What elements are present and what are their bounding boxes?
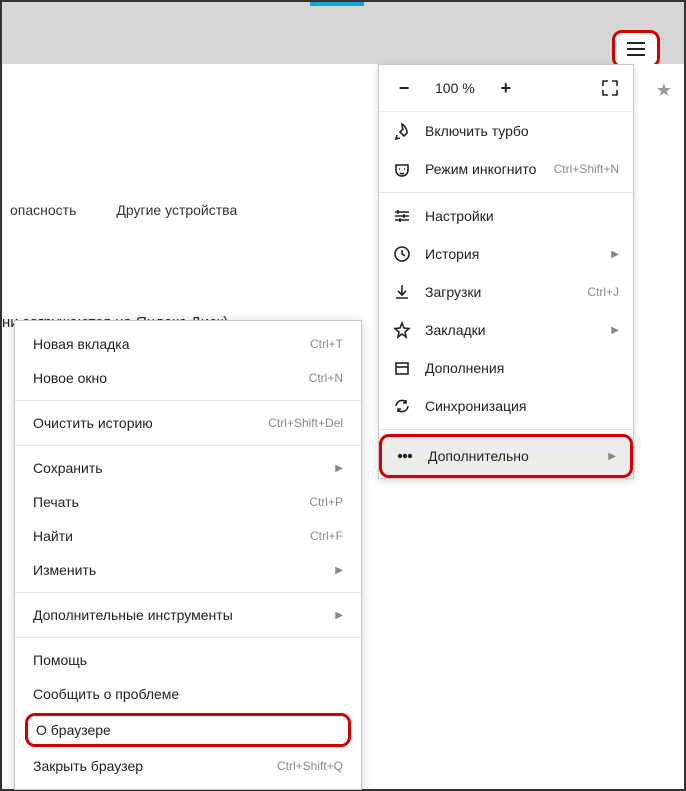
submenu-label: Дополнительные инструменты — [33, 607, 233, 623]
menu-history[interactable]: История ▶ — [379, 235, 633, 273]
shortcut: Ctrl+J — [587, 285, 619, 299]
main-menu-dropdown: − 100 % + Включить турбо Режим инкогнито… — [378, 64, 634, 479]
menu-label: Синхронизация — [425, 398, 619, 414]
tab-active-indicator — [310, 2, 364, 6]
menu-label: Дополнения — [425, 360, 619, 376]
download-icon — [393, 283, 411, 301]
sync-icon — [393, 397, 411, 415]
submenu-save[interactable]: Сохранить ▶ — [15, 451, 361, 485]
separator — [379, 192, 633, 193]
menu-label: История — [425, 246, 597, 262]
menu-label: Включить турбо — [425, 123, 619, 139]
separator — [15, 400, 361, 401]
shortcut: Ctrl+T — [310, 337, 343, 351]
menu-label: Настройки — [425, 208, 619, 224]
submenu-about[interactable]: О браузере — [25, 713, 351, 747]
menu-more[interactable]: Дополнительно ▶ — [379, 434, 633, 478]
zoom-value: 100 % — [435, 80, 475, 96]
chevron-right-icon: ▶ — [335, 565, 343, 576]
menu-incognito[interactable]: Режим инкогнито Ctrl+Shift+N — [379, 150, 633, 188]
tab-security-partial[interactable]: опасность — [2, 198, 84, 222]
more-submenu: Новая вкладка Ctrl+T Новое окно Ctrl+N О… — [14, 320, 362, 790]
submenu-label: Сохранить — [33, 460, 103, 476]
shortcut: Ctrl+Shift+Q — [277, 759, 343, 773]
mask-icon — [393, 160, 411, 178]
submenu-new-tab[interactable]: Новая вкладка Ctrl+T — [15, 327, 361, 361]
submenu-label: Очистить историю — [33, 415, 153, 431]
menu-bookmarks[interactable]: Закладки ▶ — [379, 311, 633, 349]
submenu-label: Найти — [33, 528, 73, 544]
shortcut: Ctrl+Shift+Del — [268, 416, 343, 430]
submenu-label: О браузере — [36, 722, 111, 738]
submenu-label: Помощь — [33, 652, 87, 668]
settings-tabs: опасность Другие устройства — [2, 198, 245, 222]
clock-icon — [393, 245, 411, 263]
dots-icon — [396, 447, 414, 465]
menu-addons[interactable]: Дополнения — [379, 349, 633, 387]
submenu-report[interactable]: Сообщить о проблеме — [15, 677, 361, 711]
submenu-label: Печать — [33, 494, 79, 510]
submenu-devtools[interactable]: Дополнительные инструменты ▶ — [15, 598, 361, 632]
separator — [15, 637, 361, 638]
submenu-label: Новая вкладка — [33, 336, 130, 352]
submenu-print[interactable]: Печать Ctrl+P — [15, 485, 361, 519]
submenu-label: Сообщить о проблеме — [33, 686, 179, 702]
menu-turbo[interactable]: Включить турбо — [379, 112, 633, 150]
zoom-out-button[interactable]: − — [393, 77, 415, 99]
submenu-label: Изменить — [33, 562, 96, 578]
window-titlebar — [2, 2, 684, 64]
menu-sync[interactable]: Синхронизация — [379, 387, 633, 425]
chevron-right-icon: ▶ — [335, 610, 343, 621]
hamburger-icon — [627, 42, 645, 56]
separator — [379, 429, 633, 430]
chevron-right-icon: ▶ — [608, 451, 616, 462]
chevron-right-icon: ▶ — [335, 463, 343, 474]
bookmark-star-icon[interactable]: ★ — [656, 80, 672, 101]
shortcut: Ctrl+Shift+N — [554, 162, 619, 176]
submenu-edit[interactable]: Изменить ▶ — [15, 553, 361, 587]
rocket-icon — [393, 122, 411, 140]
menu-settings[interactable]: Настройки — [379, 197, 633, 235]
menu-label: Режим инкогнито — [425, 161, 540, 177]
chevron-right-icon: ▶ — [611, 249, 619, 260]
submenu-label: Закрыть браузер — [33, 758, 143, 774]
zoom-row: − 100 % + — [379, 65, 633, 112]
shortcut: Ctrl+P — [309, 495, 343, 509]
submenu-label: Новое окно — [33, 370, 107, 386]
menu-label: Закладки — [425, 322, 597, 338]
submenu-new-window[interactable]: Новое окно Ctrl+N — [15, 361, 361, 395]
submenu-quit[interactable]: Закрыть браузер Ctrl+Shift+Q — [15, 749, 361, 783]
separator — [15, 592, 361, 593]
shortcut: Ctrl+F — [310, 529, 343, 543]
submenu-help[interactable]: Помощь — [15, 643, 361, 677]
zoom-in-button[interactable]: + — [495, 77, 517, 99]
main-menu-button[interactable] — [612, 30, 660, 68]
fullscreen-icon[interactable] — [601, 79, 619, 97]
sliders-icon — [393, 207, 411, 225]
menu-label: Дополнительно — [428, 448, 594, 464]
star-icon — [393, 321, 411, 339]
chevron-right-icon: ▶ — [611, 325, 619, 336]
shortcut: Ctrl+N — [309, 371, 343, 385]
menu-label: Загрузки — [425, 284, 573, 300]
separator — [15, 445, 361, 446]
submenu-clear-history[interactable]: Очистить историю Ctrl+Shift+Del — [15, 406, 361, 440]
submenu-find[interactable]: Найти Ctrl+F — [15, 519, 361, 553]
tab-other-devices[interactable]: Другие устройства — [108, 198, 245, 222]
box-icon — [393, 359, 411, 377]
menu-downloads[interactable]: Загрузки Ctrl+J — [379, 273, 633, 311]
